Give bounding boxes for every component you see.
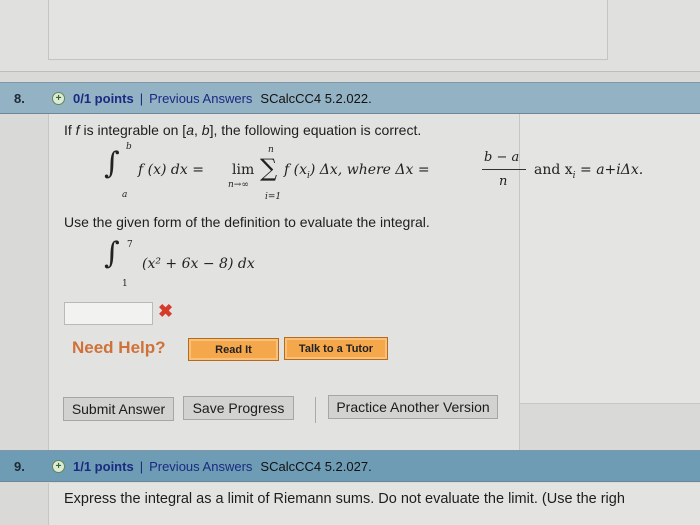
integrand: f (x) dx =: [138, 162, 204, 178]
previous-question-box: [48, 0, 608, 60]
question-number: 8.: [14, 90, 25, 106]
lim-sub: n→∞: [228, 180, 249, 190]
submit-answer-button[interactable]: Submit Answer: [63, 397, 174, 421]
int-upper: b: [126, 142, 132, 152]
sum-upper: n: [268, 145, 274, 155]
sum-lower: i=1: [265, 192, 282, 202]
frac-num: b − a: [484, 150, 520, 165]
expand-plus-icon[interactable]: +: [52, 459, 65, 473]
separator: |: [139, 458, 144, 474]
integral-sign: ∫: [104, 236, 120, 271]
incorrect-x-icon: ✖: [158, 301, 174, 321]
separator: |: [139, 90, 144, 106]
practice-another-version-button[interactable]: Practice Another Version: [328, 395, 498, 419]
int-upper: 7: [127, 240, 133, 250]
int-lower: 1: [122, 279, 128, 289]
expand-plus-icon[interactable]: +: [52, 91, 65, 105]
question-8-header: 8. + 0/1 points | Previous Answers SCalc…: [0, 82, 700, 114]
previous-answers-link[interactable]: Previous Answers: [149, 459, 252, 474]
frac-den: n: [499, 174, 508, 189]
int-lower: a: [122, 190, 128, 200]
integrand: (x² + 6x − 8) dx: [142, 256, 255, 272]
talk-to-tutor-button[interactable]: Talk to a Tutor: [284, 337, 388, 360]
need-help-label: Need Help?: [72, 338, 166, 357]
answer-input[interactable]: [64, 302, 153, 325]
save-progress-button[interactable]: Save Progress: [183, 396, 294, 420]
question-code: SCalcCC4 5.2.022.: [260, 90, 372, 106]
question-code: SCalcCC4 5.2.027.: [260, 458, 372, 474]
question-body-extension: [515, 114, 700, 404]
question-9-text: Express the integral as a limit of Riema…: [64, 491, 625, 507]
previous-answers-link[interactable]: Previous Answers: [149, 91, 252, 106]
divider: [315, 397, 316, 423]
frac-bar: [482, 169, 526, 170]
points: 0/1 points: [73, 90, 134, 106]
points: 1/1 points: [73, 458, 134, 474]
question-intro: If f is integrable on [a, b], the follow…: [64, 122, 422, 138]
sigma: ∑: [260, 154, 278, 182]
lim: lim: [232, 162, 255, 178]
read-it-button[interactable]: Read It: [188, 338, 279, 361]
integral-sign: ∫: [104, 146, 120, 181]
xi-def: and xi = a+iΔx.: [534, 162, 644, 181]
question-number: 9.: [14, 458, 25, 474]
question-9-header: 9. + 1/1 points | Previous Answers SCalc…: [0, 450, 700, 482]
sum-body: f (xi) Δx, where Δx =: [284, 162, 430, 181]
instruction: Use the given form of the definition to …: [64, 214, 430, 230]
previous-question-area: [0, 0, 700, 72]
